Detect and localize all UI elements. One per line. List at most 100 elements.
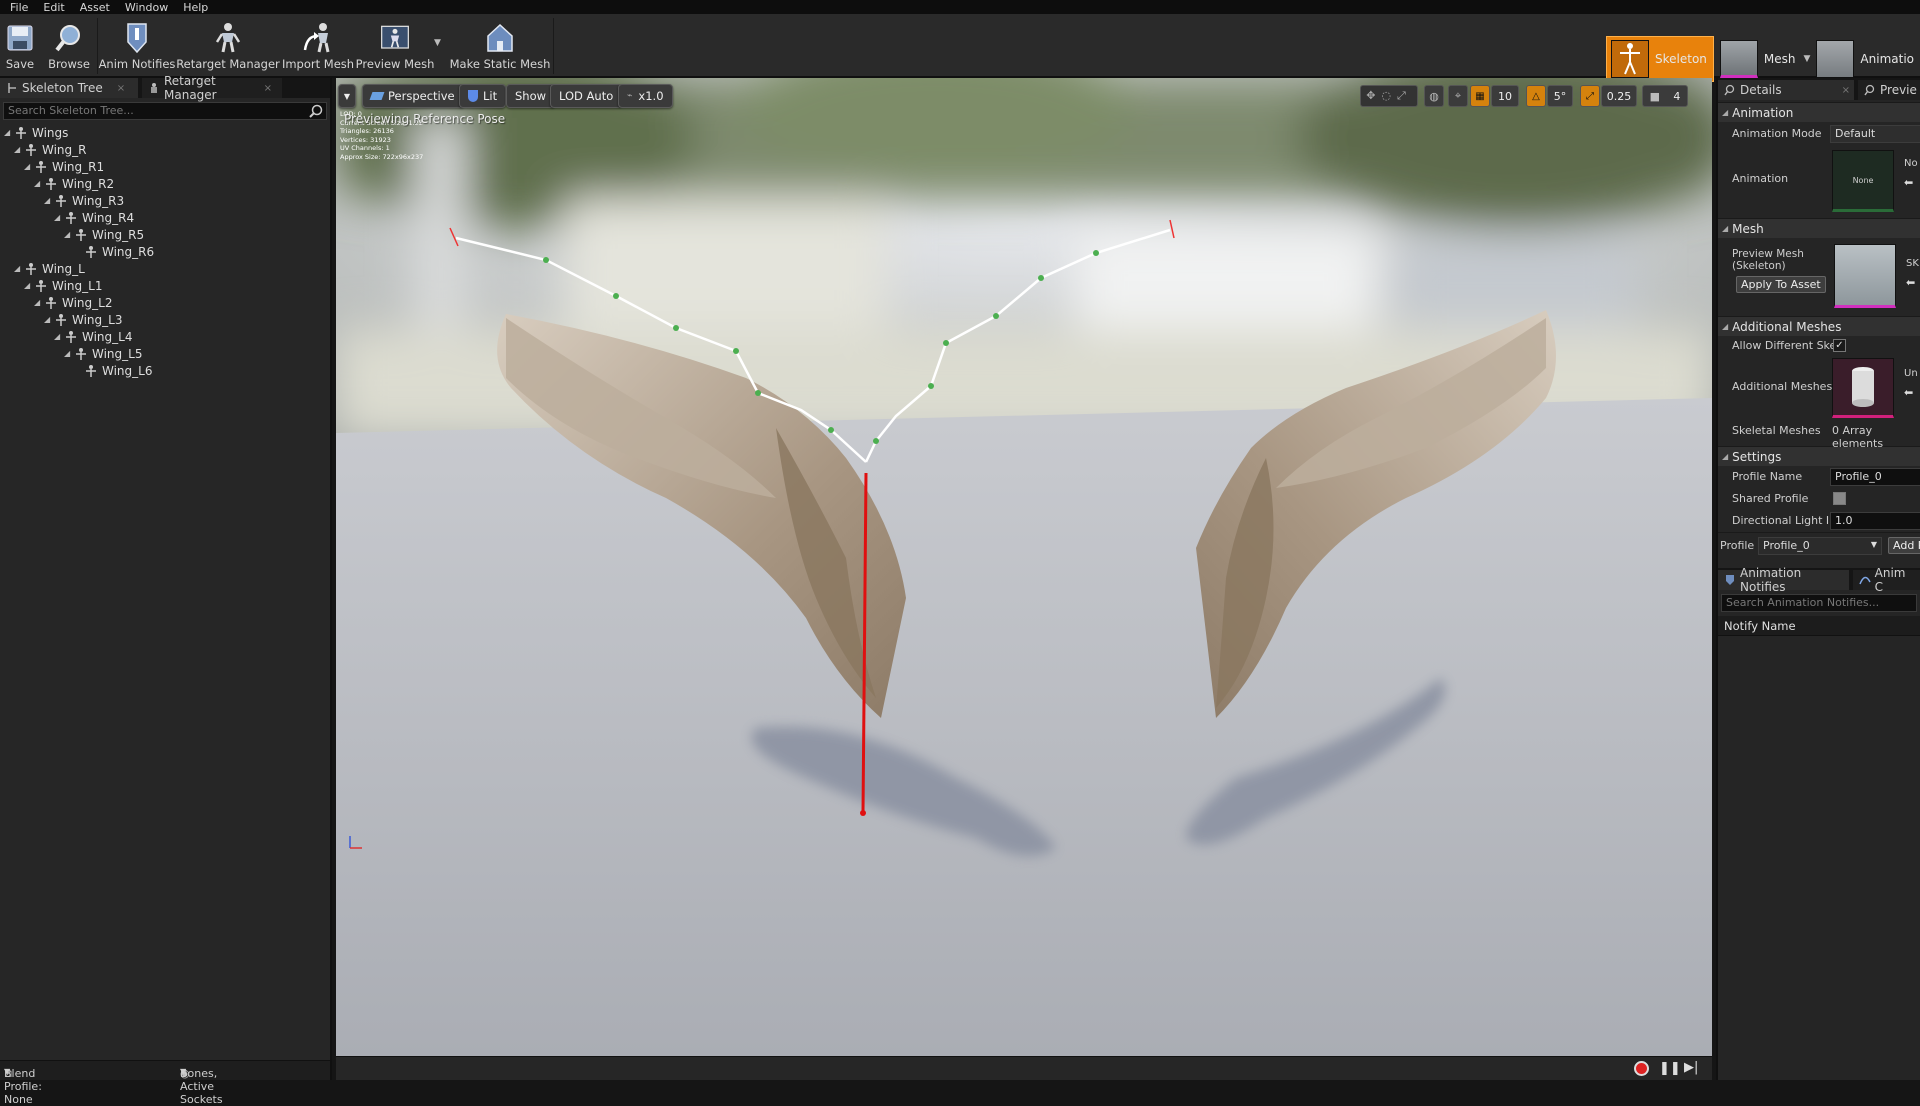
save-button[interactable]: Save: [0, 18, 40, 74]
tab-anim-curves[interactable]: Anim C: [1852, 566, 1920, 594]
search-icon[interactable]: [309, 104, 323, 118]
preview-mesh-dropdown-icon[interactable]: ▼: [434, 38, 441, 48]
mesh-mode-dropdown-icon[interactable]: ▼: [1804, 54, 1811, 64]
allow-different-checkbox[interactable]: ✓: [1833, 339, 1846, 352]
tree-node[interactable]: ◢ Wing_L5: [64, 345, 142, 362]
viewport-options-button[interactable]: ▼: [338, 84, 356, 108]
tree-node[interactable]: ◢ Wing_R4: [54, 209, 134, 226]
tree-node[interactable]: ◢ Wing_R2: [34, 175, 114, 192]
lit-button[interactable]: Lit: [459, 84, 507, 108]
viewport[interactable]: ▼ Perspective Lit Show LOD Auto ⌁ x1.0 L…: [336, 78, 1712, 1080]
notifies-search-input[interactable]: Search Animation Notifies...: [1721, 594, 1917, 612]
menu-file[interactable]: File: [4, 1, 37, 14]
tree-node[interactable]: Wing_L6: [74, 362, 152, 379]
expand-arrow-icon[interactable]: ◢: [24, 281, 32, 290]
perspective-button[interactable]: Perspective: [362, 84, 464, 108]
tree-node[interactable]: ◢ Wing_L3: [44, 311, 122, 328]
transform-tools-group[interactable]: ✥◌⤢: [1360, 85, 1418, 107]
tab-skeleton-tree-label: Skeleton Tree: [22, 81, 103, 95]
skeleton-mode-button[interactable]: Skeleton: [1606, 36, 1714, 82]
preview-mesh-thumbnail[interactable]: [1834, 244, 1896, 308]
menu-window[interactable]: Window: [119, 1, 177, 14]
tab-close-icon[interactable]: ×: [117, 83, 125, 94]
expand-arrow-icon[interactable]: ◢: [54, 332, 62, 341]
animation-mode-select[interactable]: Default: [1830, 125, 1920, 143]
tab-animation-notifies[interactable]: Animation Notifies: [1718, 566, 1849, 594]
grid-snap-value[interactable]: 10: [1491, 85, 1519, 107]
menu-asset[interactable]: Asset: [74, 1, 119, 14]
skeleton-tree-footer: ⊿ Blend Profile: None ▼ ◉ Bones, Active …: [0, 1060, 330, 1106]
tab-close-icon[interactable]: ×: [264, 83, 272, 94]
tree-node[interactable]: ◢ Wing_R: [14, 141, 87, 158]
rotation-snap-toggle[interactable]: △: [1526, 85, 1546, 107]
retarget-manager-button[interactable]: Retarget Manager: [176, 18, 280, 74]
grid-snap-toggle[interactable]: ▦: [1470, 85, 1490, 107]
expand-arrow-icon[interactable]: ◢: [14, 264, 22, 273]
tree-node[interactable]: ◢ Wings: [4, 124, 68, 141]
expand-arrow-icon[interactable]: ◢: [54, 213, 62, 222]
expand-arrow-icon[interactable]: ◢: [44, 315, 52, 324]
tree-node[interactable]: ◢ Wing_R1: [24, 158, 104, 175]
additional-meshes-thumbnail[interactable]: [1832, 358, 1894, 418]
tree-node[interactable]: ◢ Wing_L1: [24, 277, 102, 294]
record-icon[interactable]: [1634, 1061, 1649, 1076]
camera-speed-button[interactable]: ■ 4: [1642, 85, 1688, 107]
use-selected-icon[interactable]: ⬅: [1904, 386, 1913, 399]
tab-preview-settings[interactable]: Previe: [1858, 80, 1920, 100]
tree-node[interactable]: ◢ Wing_L: [14, 260, 85, 277]
rotation-snap-value[interactable]: 5°: [1547, 85, 1573, 107]
expand-arrow-icon[interactable]: ◢: [64, 349, 72, 358]
world-local-toggle[interactable]: ◍: [1424, 85, 1444, 107]
skeleton-search-input[interactable]: Search Skeleton Tree...: [3, 102, 327, 120]
expand-arrow-icon[interactable]: ◢: [14, 145, 22, 154]
playback-speed-button[interactable]: ⌁ x1.0: [618, 84, 673, 108]
expand-arrow-icon[interactable]: ◢: [64, 230, 72, 239]
lod-button[interactable]: LOD Auto: [550, 84, 623, 108]
show-button[interactable]: Show: [506, 84, 556, 108]
skeleton-mode-label: Skeleton: [1655, 52, 1707, 66]
preview-mesh-button[interactable]: Preview Mesh: [356, 18, 434, 74]
expand-arrow-icon[interactable]: ◢: [24, 162, 32, 171]
tab-details[interactable]: Details ×: [1718, 80, 1854, 100]
scale-snap-toggle[interactable]: ⤢: [1580, 85, 1600, 107]
browse-label: Browse: [48, 57, 90, 71]
expand-arrow-icon[interactable]: ◢: [34, 179, 42, 188]
directional-light-input[interactable]: 1.0: [1830, 512, 1920, 530]
shared-profile-checkbox[interactable]: [1833, 492, 1846, 505]
step-forward-icon[interactable]: ▶|: [1684, 1060, 1698, 1075]
profile-select[interactable]: Profile_0 ▼: [1758, 537, 1882, 555]
import-mesh-button[interactable]: Import Mesh: [282, 18, 354, 74]
browse-button[interactable]: Browse: [46, 18, 92, 74]
bone-icon: [26, 143, 36, 156]
section-mesh[interactable]: ◢ Mesh: [1718, 218, 1920, 238]
animation-thumbnail[interactable]: None: [1832, 150, 1894, 212]
make-static-mesh-button[interactable]: Make Static Mesh: [450, 18, 550, 74]
section-animation[interactable]: ◢ Animation: [1718, 102, 1920, 122]
tree-node-label: Wing_R6: [102, 244, 155, 259]
animation-mode-button[interactable]: Animatio: [1816, 36, 1914, 82]
expand-arrow-icon[interactable]: ◢: [34, 298, 42, 307]
tree-node[interactable]: ◢ Wing_R5: [64, 226, 144, 243]
tree-node[interactable]: ◢ Wing_L2: [34, 294, 112, 311]
menu-edit[interactable]: Edit: [37, 1, 73, 14]
tab-skeleton-tree[interactable]: Skeleton Tree ×: [0, 78, 138, 98]
tree-node[interactable]: Wing_R6: [74, 243, 154, 260]
apply-to-asset-button[interactable]: Apply To Asset: [1736, 276, 1826, 293]
tree-node[interactable]: ◢ Wing_L4: [54, 328, 132, 345]
surface-snap-toggle[interactable]: ⌖: [1448, 85, 1468, 107]
use-selected-icon[interactable]: ⬅: [1904, 176, 1913, 189]
expand-arrow-icon[interactable]: ◢: [44, 196, 52, 205]
tab-retarget-manager[interactable]: Retarget Manager ×: [142, 74, 282, 102]
tab-close-icon[interactable]: ×: [1842, 85, 1850, 96]
menu-help[interactable]: Help: [177, 1, 217, 14]
anim-notifies-button[interactable]: Anim Notifies: [99, 18, 175, 74]
tree-node[interactable]: ◢ Wing_R3: [44, 192, 124, 209]
section-additional-meshes[interactable]: ◢ Additional Meshes: [1718, 316, 1920, 336]
expand-arrow-icon[interactable]: ◢: [4, 128, 12, 137]
use-selected-icon[interactable]: ⬅: [1906, 276, 1915, 289]
mesh-mode-button[interactable]: Mesh ▼: [1719, 36, 1811, 82]
pause-icon[interactable]: ❚❚: [1659, 1061, 1681, 1076]
scale-snap-value[interactable]: 0.25: [1601, 85, 1637, 107]
add-profile-button[interactable]: Add P: [1888, 537, 1920, 554]
profile-name-input[interactable]: Profile_0: [1830, 468, 1920, 486]
